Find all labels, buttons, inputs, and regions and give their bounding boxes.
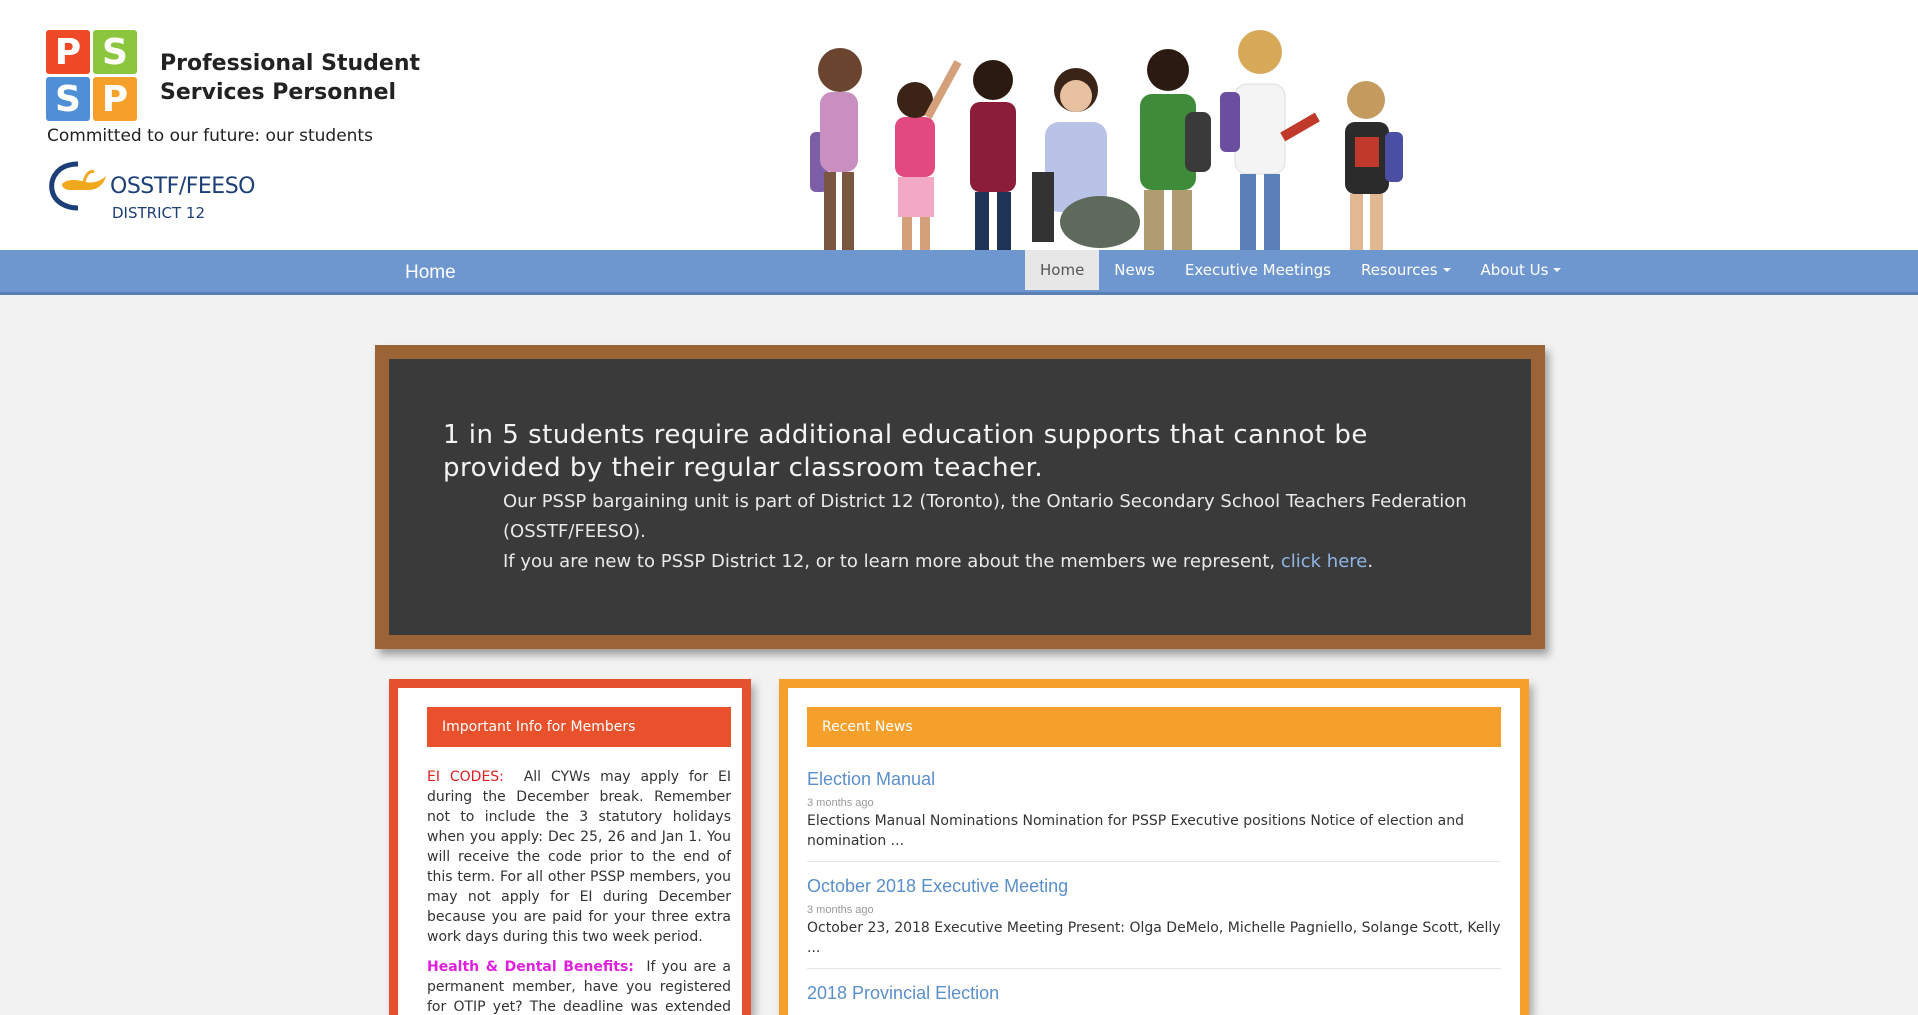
logo-letter-p: P bbox=[46, 30, 90, 74]
chalkboard: 1 in 5 students require additional educa… bbox=[389, 359, 1531, 635]
news-item: 2018 Provincial Election bbox=[807, 981, 1501, 1015]
chalkboard-paragraph-2: If you are new to PSSP District 12, or t… bbox=[503, 547, 1483, 577]
nav-item-resources-label: Resources bbox=[1360, 261, 1438, 279]
osstf-district: DISTRICT 12 bbox=[112, 204, 205, 222]
news-item-excerpt: October 23, 2018 Executive Meeting Prese… bbox=[807, 920, 1501, 956]
recent-news-card-body: Recent News Election Manual 3 months ago… bbox=[788, 688, 1520, 1015]
student-figure-3 bbox=[970, 60, 1016, 250]
ei-codes-text: All CYWs may apply for EI during the Dec… bbox=[427, 769, 731, 945]
lamp-icon bbox=[49, 161, 106, 211]
news-item-title[interactable]: Election Manual bbox=[807, 767, 1501, 791]
ei-codes-label: EI CODES: bbox=[427, 769, 504, 785]
students-photo bbox=[810, 30, 1403, 250]
health-dental-label: Health & Dental Benefits: bbox=[427, 959, 634, 975]
logo-letter-s: S bbox=[93, 30, 137, 74]
org-name-line2: Services Personnel bbox=[160, 80, 397, 105]
chalkboard-text: Our PSSP bargaining unit is part of Dist… bbox=[503, 487, 1483, 577]
news-item-time: 3 months ago bbox=[807, 797, 874, 809]
osstf-logo[interactable]: OSSTF/FEESO DISTRICT 12 bbox=[48, 158, 258, 226]
teacher-figure bbox=[1032, 68, 1140, 248]
nav-item-resources[interactable]: Resources bbox=[1346, 250, 1466, 290]
caret-down-icon bbox=[1553, 268, 1562, 272]
tagline: Committed to our future: our students bbox=[47, 126, 373, 146]
logo-letter-s2: S bbox=[46, 77, 90, 121]
student-figure-1 bbox=[810, 48, 862, 250]
chalkboard-paragraph-2-text: If you are new to PSSP District 12, or t… bbox=[503, 551, 1281, 572]
student-figure-6 bbox=[1345, 81, 1403, 250]
chalkboard-paragraph-1: Our PSSP bargaining unit is part of Dist… bbox=[503, 491, 1467, 542]
chalkboard-paragraph-2-end: . bbox=[1367, 551, 1374, 572]
important-info-card: Important Info for Members EI CODES: All… bbox=[389, 679, 751, 1015]
logo-letter-p2: P bbox=[93, 77, 137, 121]
chalkboard-frame: 1 in 5 students require additional educa… bbox=[375, 345, 1545, 649]
news-item-time: 3 months ago bbox=[807, 904, 874, 916]
org-name-line1: Professional Student bbox=[160, 51, 421, 76]
nav-item-home[interactable]: Home bbox=[1025, 250, 1100, 290]
student-figure-2 bbox=[895, 60, 962, 250]
click-here-link[interactable]: click here bbox=[1281, 551, 1368, 572]
news-item-title[interactable]: 2018 Provincial Election bbox=[807, 981, 1501, 1005]
important-info-content: EI CODES: All CYWs may apply for EI duri… bbox=[427, 767, 731, 1015]
recent-news-card: Recent News Election Manual 3 months ago… bbox=[779, 679, 1529, 1015]
nav-menu: Home News Executive Meetings Resources A… bbox=[1025, 250, 1576, 292]
nav-item-news[interactable]: News bbox=[1099, 250, 1170, 290]
site-header: P S S P Professional Student Services Pe… bbox=[0, 0, 1918, 250]
nav-item-about-us[interactable]: About Us bbox=[1466, 250, 1577, 290]
important-info-card-body: Important Info for Members EI CODES: All… bbox=[398, 688, 742, 1015]
news-item-title[interactable]: October 2018 Executive Meeting bbox=[807, 874, 1501, 898]
news-item: October 2018 Executive Meeting 3 months … bbox=[807, 874, 1501, 969]
pssp-logo[interactable]: P S S P bbox=[46, 30, 137, 121]
news-item: Election Manual 3 months ago Elections M… bbox=[807, 767, 1501, 862]
ei-codes-paragraph: EI CODES: All CYWs may apply for EI duri… bbox=[427, 767, 731, 947]
osstf-name: OSSTF/FEESO bbox=[110, 174, 256, 199]
health-dental-paragraph: Health & Dental Benefits: If you are a p… bbox=[427, 957, 731, 1015]
chalkboard-headline: 1 in 5 students require additional educa… bbox=[443, 420, 1368, 483]
news-list: Election Manual 3 months ago Elections M… bbox=[807, 767, 1501, 1015]
nav-item-executive-meetings[interactable]: Executive Meetings bbox=[1170, 250, 1346, 290]
caret-down-icon bbox=[1442, 268, 1451, 272]
news-item-excerpt: Elections Manual Nominations Nomination … bbox=[807, 813, 1464, 849]
org-name: Professional Student Services Personnel bbox=[160, 49, 420, 107]
nav-item-about-us-label: About Us bbox=[1480, 261, 1549, 279]
student-figure-4 bbox=[1140, 49, 1211, 250]
navbar-brand[interactable]: Home bbox=[405, 262, 456, 284]
recent-news-title: Recent News bbox=[807, 707, 1501, 747]
main-navbar: Home Home News Executive Meetings Resour… bbox=[0, 250, 1918, 295]
student-figure-5 bbox=[1220, 30, 1320, 250]
important-info-title: Important Info for Members bbox=[427, 707, 731, 747]
